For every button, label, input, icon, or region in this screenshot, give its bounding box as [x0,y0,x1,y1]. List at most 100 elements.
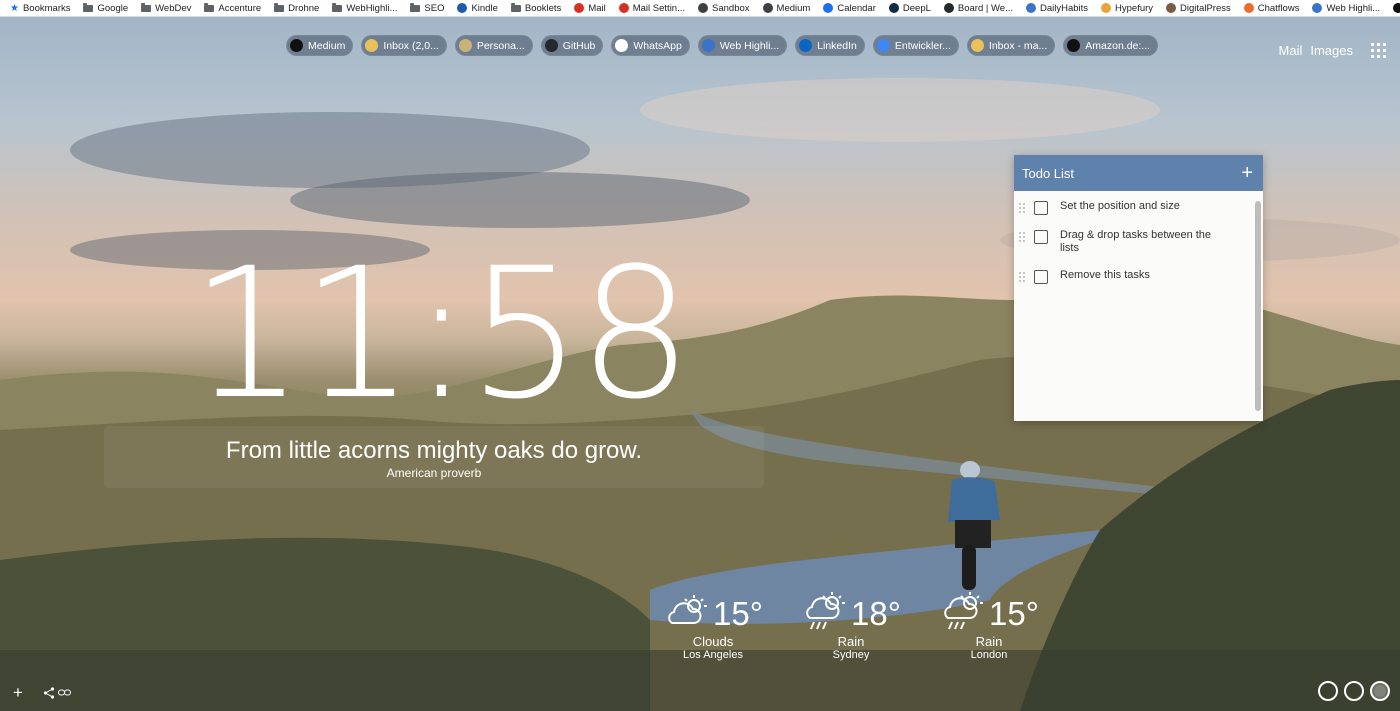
shortcut-pill[interactable]: LinkedIn [795,35,865,56]
drag-handle-icon[interactable] [1019,232,1027,242]
share-button[interactable] [43,686,71,699]
chatflows-icon [1243,3,1254,13]
share-icon [43,686,55,699]
rain-sun-icon [939,591,985,638]
weather-temperature: 15° [989,595,1039,632]
bottom-right-controls [1318,681,1390,701]
bookmark-item[interactable]: Board | We... [943,3,1013,14]
bookmark-item[interactable]: Google [83,2,128,14]
bookmark-item[interactable]: Kindle [457,3,498,14]
drag-handle-icon[interactable] [1019,272,1027,282]
shortcut-pill[interactable]: Inbox (2,0... [361,35,447,56]
shortcut-label: Amazon.de:... [1085,39,1151,52]
drag-handle-icon[interactable] [1019,203,1027,213]
bookmark-item[interactable]: Calendar [823,3,876,14]
weather-item[interactable]: 15° Clouds Los Angeles [654,593,772,662]
star-icon: ★ [10,2,19,14]
clock-time: 11:58 [190,230,693,439]
page-dot-1[interactable] [1318,681,1338,701]
mail-link[interactable]: Mail [1279,43,1303,58]
medium-icon [290,39,303,52]
bookmark-item[interactable]: Web Highli... [1312,3,1380,14]
apps-grid-icon[interactable] [1371,43,1386,58]
shortcut-pill[interactable]: Medium [286,35,354,56]
bookmark-item[interactable]: WebHighli... [332,2,398,14]
bookmark-item[interactable]: Medium [762,2,811,14]
quote-text: From little acorns mighty oaks do grow. [225,437,643,464]
bookmark-item[interactable]: DeepL [888,3,931,14]
folder-icon [274,2,285,12]
todo-text: Remove this tasks [1060,269,1150,281]
highlight-icon [701,39,715,52]
rain-sun-icon [801,591,847,638]
todo-item[interactable]: Set the position and size [1014,200,1263,215]
github-icon [544,39,558,52]
partly-cloudy-icon [663,593,709,636]
shortcut-label: GitHub [562,39,596,52]
todo-checkbox[interactable] [1034,201,1048,215]
weather-condition: Clouds [692,634,734,649]
folder-icon [204,2,215,12]
todo-item[interactable]: Remove this tasks [1014,269,1263,284]
shortcut-pill[interactable]: Persona... [454,35,533,56]
bookmark-item[interactable]: Chatflows [1243,3,1299,14]
todo-widget: Todo List + Set the position and size Dra… [1014,155,1263,421]
bookmark-item[interactable]: DailyHabits [1025,3,1088,14]
bookmark-item[interactable]: Hypefury [1101,3,1153,14]
shortcut-label: Web Highli... [719,39,780,52]
weather-city: London [970,649,1008,661]
todo-add-button[interactable]: + [1241,163,1253,183]
add-widget-button[interactable]: + [13,684,23,701]
bookmark-item[interactable]: Mail Settin... [618,3,685,14]
mail-icon [365,39,379,52]
bookmark-item[interactable]: Sandbox [698,3,750,14]
bookmark-item[interactable]: Mail [574,3,606,14]
bookmark-label: Medium [776,2,811,14]
shortcut-pill[interactable]: GitHub [540,35,604,56]
bookmark-label: WebHighli... [346,2,398,14]
todo-checkbox[interactable] [1034,270,1048,284]
hypefury-icon [1101,3,1112,13]
todo-checkbox[interactable] [1034,230,1048,244]
whatsapp-icon [615,39,629,52]
weather-temperature: 18° [851,595,901,632]
linkedin-icon [799,39,813,52]
weather-city: Sydney [832,649,870,661]
bookmark-item[interactable]: Ghost Ad... [1393,3,1400,14]
bookmark-item[interactable]: Booklets [510,2,562,14]
shortcut-pill[interactable]: WhatsApp [611,35,690,56]
shortcut-label: Inbox - ma... [988,39,1048,52]
weather-temperature: 15° [713,595,763,632]
folder-icon [83,2,94,12]
images-link[interactable]: Images [1310,43,1353,58]
todo-item[interactable]: Drag & drop tasks between the lists [1014,229,1263,255]
shortcut-pill[interactable]: Amazon.de:... [1063,35,1159,56]
shortcut-pill[interactable]: Inbox - ma... [966,35,1056,56]
shortcut-label: Medium [308,39,346,52]
kindle-icon [457,3,468,13]
folder-icon [141,2,152,12]
bookmark-item[interactable]: SEO [410,2,444,14]
weather-item[interactable]: 18° Rain Sydney [792,591,910,662]
shortcut-pill[interactable]: Web Highli... [697,35,788,56]
bookmark-label: Bookmarks [22,2,71,14]
weather-item[interactable]: 15° Rain London [930,591,1048,662]
page-dot-3[interactable] [1370,681,1390,701]
link-icon [57,689,71,696]
bookmark-item[interactable]: Drohne [274,2,319,14]
bookmark-label: Booklets [524,2,562,14]
quote-author: American proverb [386,466,482,480]
bookmark-item[interactable]: ★ Bookmarks [10,3,70,14]
page-dot-2[interactable] [1344,681,1364,701]
shortcut-pill[interactable]: Entwickler... [872,35,959,56]
bookmark-label: Accenture [218,2,262,14]
shortcut-label: WhatsApp [633,39,682,52]
shortcut-label: Entwickler... [894,39,951,52]
bookmark-item[interactable]: Accenture [204,2,262,14]
check-icon [1025,3,1036,13]
github-icon [943,3,954,13]
todo-scrollbar[interactable] [1255,201,1261,411]
bookmark-item[interactable]: DigitalPress [1166,3,1231,14]
shortcut-label: LinkedIn [817,39,857,52]
bookmark-item[interactable]: WebDev [141,2,191,14]
